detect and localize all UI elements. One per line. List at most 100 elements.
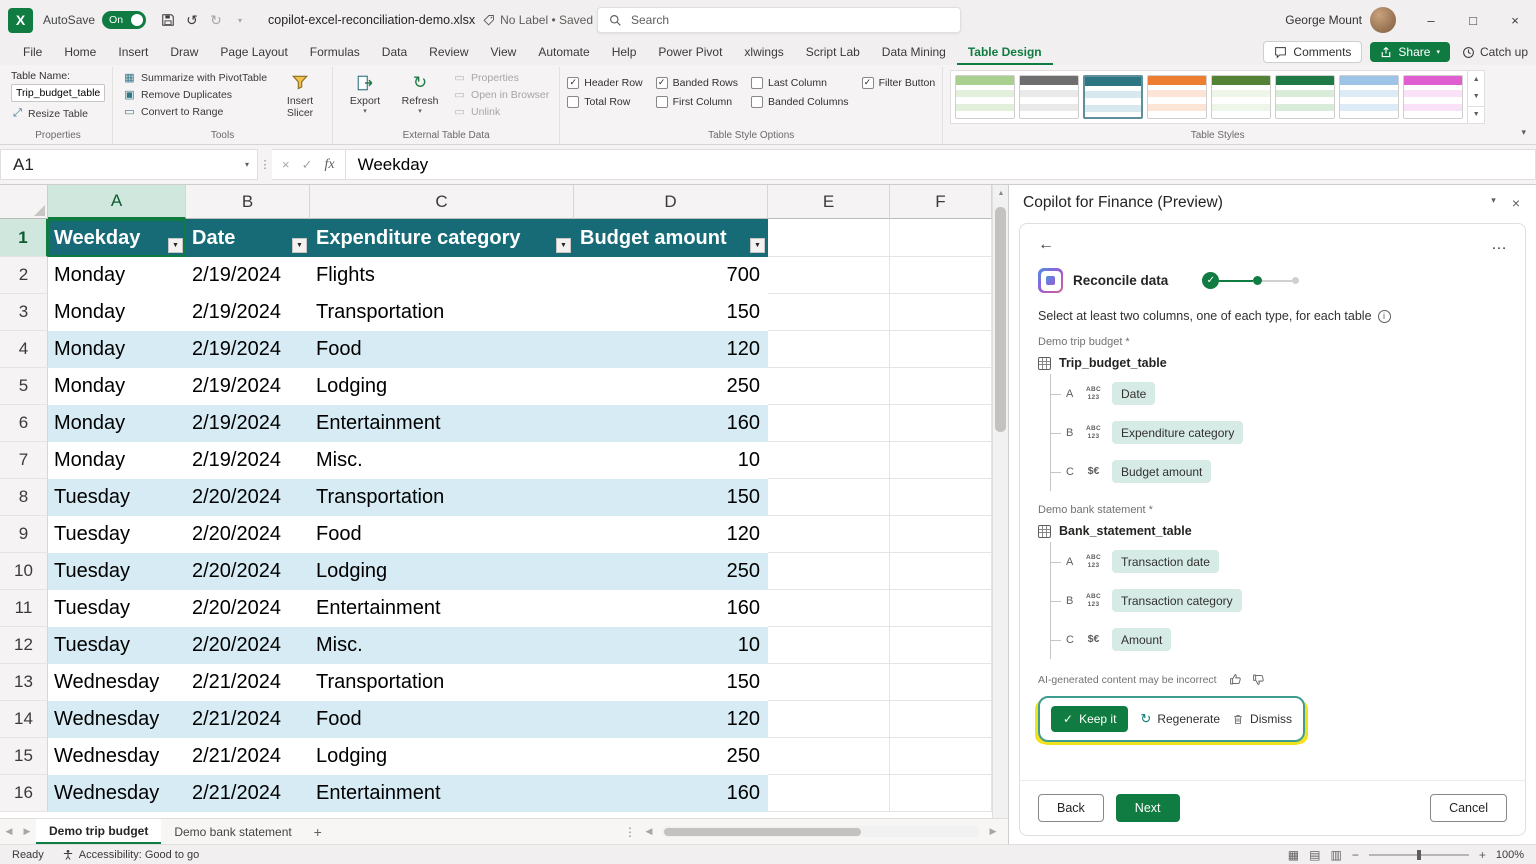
cell[interactable]: Monday [48, 405, 186, 442]
column-chip[interactable]: Transaction date [1112, 550, 1219, 573]
row-header-12[interactable]: 12 [0, 627, 48, 664]
minimize-button[interactable]: – [1410, 0, 1452, 40]
cell[interactable]: Monday [48, 331, 186, 368]
search-box[interactable]: Search [597, 7, 961, 33]
row-header-6[interactable]: 6 [0, 405, 48, 442]
cell[interactable]: Lodging [310, 738, 574, 775]
cell[interactable]: Wednesday [48, 664, 186, 701]
user-name[interactable]: George Mount [1285, 13, 1362, 27]
checkbox-first-column[interactable]: First Column [656, 92, 738, 111]
cell-empty[interactable] [768, 664, 890, 701]
document-title[interactable]: copilot-excel-reconciliation-demo.xlsx [268, 13, 475, 27]
row-header-4[interactable]: 4 [0, 331, 48, 368]
ribbon-tab-file[interactable]: File [12, 42, 53, 65]
table-style-swatch-7[interactable] [1339, 75, 1399, 119]
row-header-5[interactable]: 5 [0, 368, 48, 405]
summarize-with-pivottable-button[interactable]: ▦Summarize with PivotTable [120, 70, 270, 85]
thumbs-up-icon[interactable] [1229, 673, 1242, 686]
comments-button[interactable]: Comments [1263, 41, 1362, 63]
checkbox-total-row[interactable]: Total Row [567, 92, 642, 111]
table-name-row[interactable]: Bank_statement_table [1038, 524, 1507, 538]
vertical-scrollbar[interactable]: ▲ [992, 185, 1008, 818]
cell-empty[interactable] [890, 331, 992, 368]
row-header-14[interactable]: 14 [0, 701, 48, 738]
table-name-input[interactable] [11, 84, 105, 102]
normal-view-icon[interactable]: ▦ [1288, 848, 1299, 862]
vertical-scroll-thumb[interactable] [995, 207, 1006, 432]
ribbon-tab-page-layout[interactable]: Page Layout [209, 42, 298, 65]
cell-empty[interactable] [768, 479, 890, 516]
insert-function-icon[interactable]: fx [325, 157, 335, 173]
ribbon-tab-formulas[interactable]: Formulas [299, 42, 371, 65]
cell-empty[interactable] [890, 590, 992, 627]
undo-icon[interactable]: ↺ [180, 7, 204, 33]
share-button[interactable]: Share ▾ [1370, 42, 1450, 62]
cell[interactable]: Transportation [310, 479, 574, 516]
table-style-swatch-5[interactable] [1211, 75, 1271, 119]
cell-empty[interactable] [890, 368, 992, 405]
table-style-swatch-1[interactable] [955, 75, 1015, 119]
ribbon-tab-help[interactable]: Help [601, 42, 648, 65]
dismiss-button[interactable]: Dismiss [1232, 712, 1292, 726]
row-header-8[interactable]: 8 [0, 479, 48, 516]
cell[interactable]: Wednesday [48, 738, 186, 775]
cell[interactable]: Food [310, 331, 574, 368]
convert-to-range-button[interactable]: ▭Convert to Range [120, 104, 270, 119]
ribbon-tab-script-lab[interactable]: Script Lab [795, 42, 871, 65]
insert-slicer-button[interactable]: Insert Slicer [275, 70, 325, 119]
ribbon-tab-automate[interactable]: Automate [527, 42, 600, 65]
cell[interactable]: 250 [574, 553, 768, 590]
cell[interactable]: 2/20/2024 [186, 590, 310, 627]
sheet-tab-demo-bank-statement[interactable]: Demo bank statement [161, 819, 304, 844]
cell[interactable]: 250 [574, 368, 768, 405]
cell-empty[interactable] [768, 219, 890, 257]
filter-button[interactable]: ▼ [168, 238, 183, 253]
cell-empty[interactable] [768, 516, 890, 553]
ribbon-tab-table-design[interactable]: Table Design [957, 42, 1053, 65]
cell[interactable]: 2/21/2024 [186, 775, 310, 812]
cell-empty[interactable] [768, 701, 890, 738]
zoom-slider[interactable] [1369, 854, 1469, 856]
row-header-2[interactable]: 2 [0, 257, 48, 294]
cell[interactable]: Food [310, 701, 574, 738]
collapse-ribbon-icon[interactable]: ▾ [1521, 127, 1526, 138]
table-style-swatch-6[interactable] [1275, 75, 1335, 119]
cell-empty[interactable] [768, 553, 890, 590]
back-arrow-icon[interactable]: ← [1038, 236, 1054, 254]
avatar[interactable] [1370, 7, 1396, 33]
enter-icon[interactable]: ✓ [302, 157, 313, 173]
column-header-f[interactable]: F [890, 185, 992, 219]
zoom-level[interactable]: 100% [1496, 849, 1524, 861]
column-chip[interactable]: Budget amount [1112, 460, 1211, 483]
ribbon-tab-draw[interactable]: Draw [159, 42, 209, 65]
cell[interactable]: 2/19/2024 [186, 331, 310, 368]
cell[interactable]: 150 [574, 664, 768, 701]
table-header-cell[interactable]: Date▼ [186, 219, 310, 257]
cell[interactable]: Tuesday [48, 516, 186, 553]
cell[interactable]: 2/21/2024 [186, 664, 310, 701]
cell-empty[interactable] [768, 590, 890, 627]
cell[interactable]: Monday [48, 368, 186, 405]
table-style-swatch-3[interactable] [1083, 75, 1143, 119]
cell[interactable]: 2/19/2024 [186, 257, 310, 294]
cell[interactable]: 2/19/2024 [186, 368, 310, 405]
cell-empty[interactable] [890, 294, 992, 331]
cell-empty[interactable] [768, 257, 890, 294]
checkbox-filter-button[interactable]: ✓Filter Button [862, 73, 936, 92]
sheet-tabs-kebab-icon[interactable]: ⋮ [620, 819, 640, 844]
cell[interactable]: 2/19/2024 [186, 405, 310, 442]
formula-bar-handle[interactable]: ⋮ [258, 149, 272, 180]
cell[interactable]: 120 [574, 331, 768, 368]
table-style-swatch-8[interactable] [1403, 75, 1463, 119]
cell[interactable]: 150 [574, 479, 768, 516]
qat-customize-icon[interactable]: ▾ [228, 7, 252, 33]
row-header-3[interactable]: 3 [0, 294, 48, 331]
page-break-view-icon[interactable]: ▥ [1330, 848, 1341, 862]
row-header-11[interactable]: 11 [0, 590, 48, 627]
restore-button[interactable]: □ [1452, 0, 1494, 40]
redo-icon[interactable]: ↻ [204, 7, 228, 33]
cell[interactable]: 120 [574, 516, 768, 553]
autosave-toggle[interactable]: On [102, 11, 146, 29]
checkbox-last-column[interactable]: Last Column [751, 73, 849, 92]
page-layout-view-icon[interactable]: ▤ [1309, 848, 1320, 862]
